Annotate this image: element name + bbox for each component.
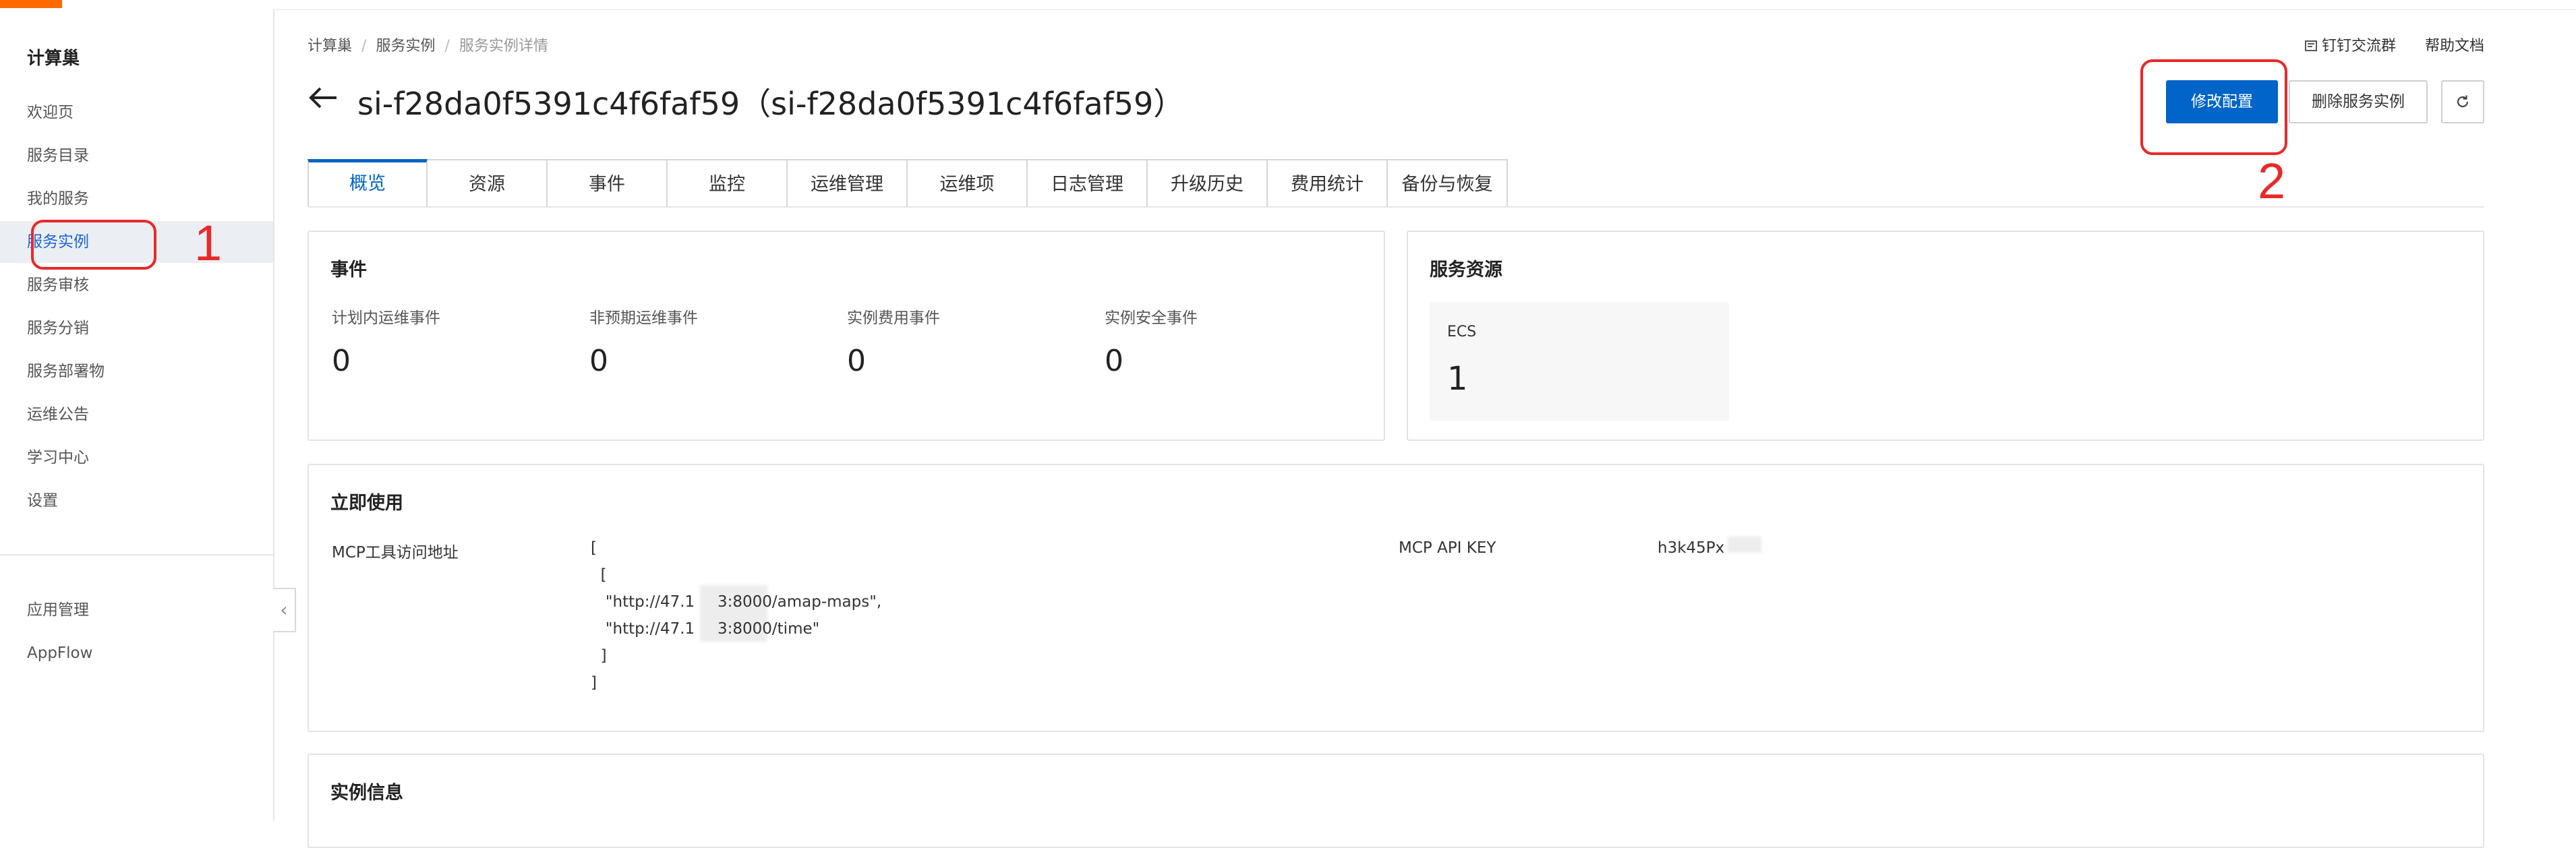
api-key-label: MCP API KEY xyxy=(1399,539,1496,557)
annotation-box-2 xyxy=(2140,59,2287,155)
tab-resources[interactable]: 资源 xyxy=(428,159,548,208)
annotation-number-1: 1 xyxy=(194,215,223,271)
stat-label-cost-events: 实例费用事件 xyxy=(847,309,940,327)
service-resources-card: 服务资源 ECS 1 xyxy=(1407,231,2484,441)
delete-instance-button[interactable]: 删除服务实例 xyxy=(2289,80,2428,123)
stat-label-planned-ops: 计划内运维事件 xyxy=(332,309,440,327)
resource-tile-ecs[interactable]: ECS 1 xyxy=(1430,302,1729,421)
tabs-baseline xyxy=(308,206,2484,208)
tab-overview[interactable]: 概览 xyxy=(308,159,428,208)
sidebar-item-service-review[interactable]: 服务审核 xyxy=(0,264,273,306)
tab-ops-items[interactable]: 运维项 xyxy=(908,159,1028,208)
sidebar: 计算巢 欢迎页 服务目录 我的服务 服务实例 服务审核 服务分销 服务部署物 运… xyxy=(0,9,274,821)
dingtalk-group-label: 钉钉交流群 xyxy=(2321,38,2396,55)
stat-label-unexpected-ops: 非预期运维事件 xyxy=(589,309,698,327)
mcp-address-line: ] xyxy=(591,674,597,692)
sidebar-title: 计算巢 xyxy=(27,49,80,69)
tab-cost-statistics[interactable]: 费用统计 xyxy=(1268,159,1388,208)
resource-count: 1 xyxy=(1447,360,1468,398)
breadcrumb-item-current: 服务实例详情 xyxy=(459,38,548,55)
sidebar-item-service-distribution[interactable]: 服务分销 xyxy=(0,307,273,349)
mcp-address-label: MCP工具访问地址 xyxy=(332,544,459,562)
mcp-address-line: [ xyxy=(591,566,607,584)
sidebar-item-my-services[interactable]: 我的服务 xyxy=(0,178,273,220)
events-card-title: 事件 xyxy=(330,260,367,280)
sidebar-item-appflow[interactable]: AppFlow xyxy=(0,632,273,674)
mcp-address-line: ] xyxy=(591,647,607,665)
mcp-address-line: "http://47.1 xyxy=(591,620,695,638)
annotation-number-2: 2 xyxy=(2258,153,2286,209)
dingtalk-group-link[interactable]: 钉钉交流群 xyxy=(2304,38,2396,55)
sidebar-collapse-handle[interactable]: ‹ xyxy=(273,588,296,632)
stat-value-security-events[interactable]: 0 xyxy=(1105,344,1123,378)
sidebar-item-welcome[interactable]: 欢迎页 xyxy=(0,92,273,133)
tab-upgrade-history[interactable]: 升级历史 xyxy=(1148,159,1268,208)
sidebar-item-settings[interactable]: 设置 xyxy=(0,480,273,522)
stat-value-cost-events[interactable]: 0 xyxy=(847,344,866,378)
refresh-button[interactable] xyxy=(2441,80,2484,123)
stat-label-security-events: 实例安全事件 xyxy=(1105,309,1198,327)
stat-value-unexpected-ops[interactable]: 0 xyxy=(589,344,608,378)
tab-backup-restore[interactable]: 备份与恢复 xyxy=(1388,159,1508,208)
use-now-title: 立即使用 xyxy=(330,493,403,514)
sidebar-item-service-catalog[interactable]: 服务目录 xyxy=(0,135,273,177)
resource-label: ECS xyxy=(1447,324,1477,340)
help-docs-link[interactable]: 帮助文档 xyxy=(2425,38,2484,55)
api-key-value: h3k45Px xyxy=(1658,539,1725,557)
top-bar xyxy=(0,0,2576,10)
breadcrumb-item-instances[interactable]: 服务实例 xyxy=(376,38,435,55)
top-links: 钉钉交流群 帮助文档 xyxy=(2280,34,2484,55)
sidebar-item-deployables[interactable]: 服务部署物 xyxy=(0,351,273,392)
tab-monitoring[interactable]: 监控 xyxy=(668,159,788,208)
use-now-card: 立即使用 MCP工具访问地址 [ [ "http://47.1 3:8000/a… xyxy=(308,464,2484,732)
refresh-icon xyxy=(2457,95,2469,108)
tab-bar: 概览 资源 事件 监控 运维管理 运维项 日志管理 升级历史 费用统计 备份与恢… xyxy=(308,159,1508,208)
instance-info-card: 实例信息 xyxy=(308,754,2484,848)
sidebar-item-ops-notices[interactable]: 运维公告 xyxy=(0,394,273,435)
instance-info-title: 实例信息 xyxy=(330,783,403,804)
stat-value-planned-ops[interactable]: 0 xyxy=(332,344,351,378)
back-arrow-icon[interactable] xyxy=(307,81,341,115)
tab-log-management[interactable]: 日志管理 xyxy=(1028,159,1148,208)
annotation-box-1 xyxy=(31,220,156,270)
mcp-address-line: "http://47.1 xyxy=(591,593,695,611)
mcp-address-line: [ xyxy=(591,539,597,557)
tab-events[interactable]: 事件 xyxy=(548,159,668,208)
sidebar-divider xyxy=(0,554,273,555)
sidebar-item-learning-center[interactable]: 学习中心 xyxy=(0,437,273,479)
dingtalk-icon xyxy=(2304,40,2317,51)
breadcrumb: 计算巢 / 服务实例 / 服务实例详情 xyxy=(308,38,548,55)
service-resources-title: 服务资源 xyxy=(1430,260,1502,280)
breadcrumb-item-home[interactable]: 计算巢 xyxy=(308,38,352,55)
brand-strip xyxy=(0,0,62,8)
mcp-address-suffix: 3:8000/amap-maps", xyxy=(718,593,882,611)
sidebar-item-app-management[interactable]: 应用管理 xyxy=(0,589,273,631)
mcp-address-suffix: 3:8000/time" xyxy=(718,620,820,638)
events-card: 事件 计划内运维事件 0 非预期运维事件 0 实例费用事件 0 实例安全事件 0 xyxy=(308,231,1385,441)
tab-ops-management[interactable]: 运维管理 xyxy=(788,159,908,208)
redacted-key-blur xyxy=(1728,537,1761,553)
page-title: si-f28da0f5391c4f6faf59（si-f28da0f5391c4… xyxy=(357,86,1185,122)
